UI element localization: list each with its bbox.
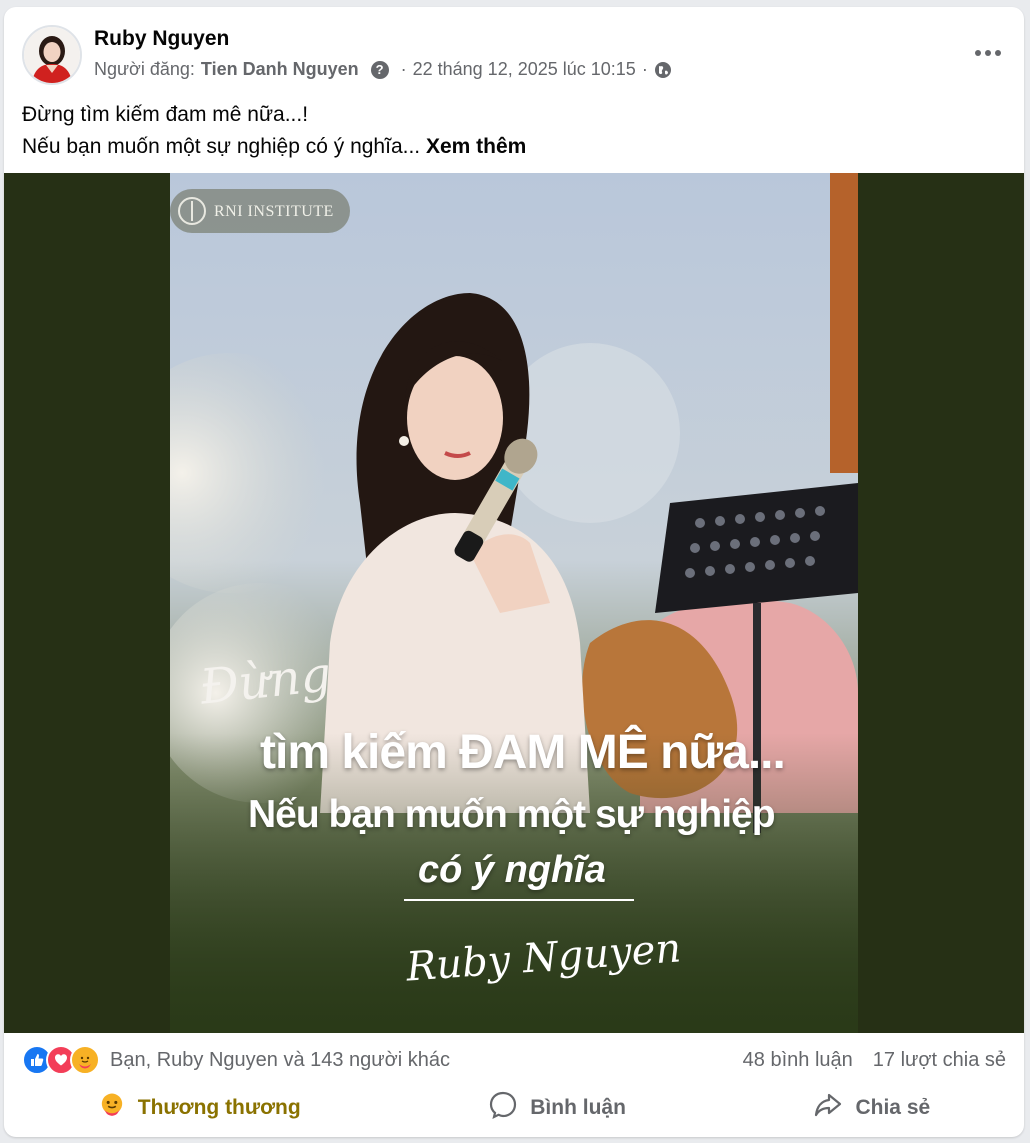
see-more-link[interactable]: Xem thêm [426,135,526,158]
post-meta: Người đăng: Tien Danh Nguyen ? · 22 thán… [94,59,672,80]
image-badge: RNI INSTITUTE [214,203,334,220]
author-avatar[interactable] [22,25,82,85]
care-icon [70,1045,100,1075]
post-photo[interactable]: RNI INSTITUTE Đừng tìm kiếm ĐAM MÊ nữa..… [170,173,858,1033]
post-card: Ruby Nguyen Người đăng: Tien Danh Nguyen… [4,7,1024,1137]
post-text: Đừng tìm kiếm đam mê nữa...! Nếu bạn muố… [22,99,526,163]
poster-prefix: Người đăng: [94,59,195,79]
image-headline-3: có ý nghĩa [418,849,606,891]
post-actions: Thương thương Bình luận Chia sẻ [4,1085,1024,1131]
post-text-line-1: Đừng tìm kiếm đam mê nữa...! [22,103,309,126]
reactions-text[interactable]: Bạn, Ruby Nguyen và 143 người khác [110,1049,450,1072]
post-text-line-2: Nếu bạn muốn một sự nghiệp có ý nghĩa...… [22,131,526,163]
post-media[interactable]: RNI INSTITUTE Đừng tìm kiếm ĐAM MÊ nữa..… [4,173,1024,1033]
comments-count[interactable]: 48 bình luận [743,1049,853,1072]
share-button[interactable]: Chia sẻ [783,1084,960,1132]
globe-icon[interactable] [654,61,672,79]
comment-label: Bình luận [530,1096,626,1119]
engagement-counts: 48 bình luận 17 lượt chia sẻ [743,1049,1006,1072]
photo-illustration [170,173,858,1033]
meta-separator: · [641,59,648,79]
shares-count[interactable]: 17 lượt chia sẻ [873,1049,1006,1072]
care-reaction-button[interactable]: Thương thương [68,1085,331,1131]
author-name[interactable]: Ruby Nguyen [94,27,229,51]
comment-icon [488,1090,518,1126]
post-text-line-2-body: Nếu bạn muốn một sự nghiệp có ý nghĩa... [22,135,421,158]
post-stats: Bạn, Ruby Nguyen và 143 người khác 48 bì… [22,1043,1006,1077]
more-options-icon[interactable] [970,35,1006,71]
comment-button[interactable]: Bình luận [458,1084,656,1132]
reactions-summary[interactable]: Bạn, Ruby Nguyen và 143 người khác [22,1045,450,1075]
image-underline [404,899,634,901]
help-icon[interactable]: ? [370,60,389,79]
care-reaction-label: Thương thương [137,1096,301,1119]
avatar-image [24,27,80,83]
care-icon [98,1091,126,1125]
image-headline-1: tìm kiếm ĐAM MÊ nữa... [260,726,786,779]
poster-name[interactable]: Tien Danh Nguyen [201,59,359,80]
share-label: Chia sẻ [855,1096,931,1119]
post-timestamp[interactable]: 22 tháng 12, 2025 lúc 10:15 [413,59,636,80]
image-headline-2: Nếu bạn muốn một sự nghiệp [248,793,776,836]
share-icon [813,1090,843,1126]
meta-separator: · [400,59,407,79]
